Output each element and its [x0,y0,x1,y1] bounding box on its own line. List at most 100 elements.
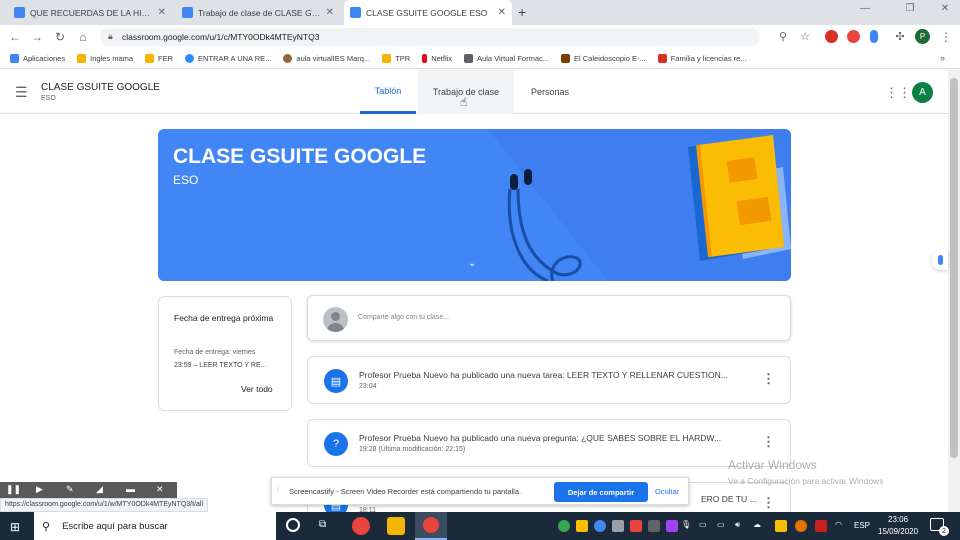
tray-app-icon[interactable] [775,520,787,532]
post-text: Profesor Prueba Nuevo ha publicado una n… [359,433,722,443]
wifi-tray-icon[interactable]: ◠ [835,520,842,529]
share-box[interactable]: Comparte algo con tu clase... [307,295,791,341]
class-name[interactable]: CLASE GSUITE GOOGLE [41,82,160,93]
task-view-icon[interactable]: ⧉ [319,519,326,530]
tab-title: CLASE GSUITE GOOGLE ESO [366,7,488,18]
bookmark-item[interactable]: aula virtualIES Marq... [283,54,370,63]
reload-icon[interactable]: ↻ [52,29,68,45]
activate-windows-title: Activar Windows [728,458,817,472]
stream-post[interactable]: ? Profesor Prueba Nuevo ha publicado una… [307,419,791,467]
tray-app-icon[interactable] [594,520,606,532]
minimize-icon[interactable]: — [855,3,875,14]
stream-post[interactable]: ▤ Profesor Prueba Nuevo ha publicado una… [307,356,791,404]
window-close-icon[interactable]: ✕ [935,3,955,14]
browser-tab-active[interactable]: CLASE GSUITE GOOGLE ESO ✕ [344,0,512,25]
adblock-icon[interactable] [847,30,860,43]
video-tray-icon[interactable]: ▭ [699,520,707,529]
account-avatar[interactable]: A [912,82,933,103]
upcoming-item[interactable]: 23:59 – LEER TEXTO Y RE... [174,362,266,369]
back-icon[interactable]: ← [7,29,23,45]
screen-share-bar: ⁞ Screencastify - Screen Video Recorder … [271,477,689,505]
upcoming-due: Fecha de entrega: viernes [174,349,256,356]
bookmark-item[interactable]: Ingles mama [77,54,133,63]
profile-avatar[interactable]: P [915,29,930,44]
expand-chevron-icon[interactable]: ⌄ [468,258,476,269]
tray-app-icon[interactable] [612,520,624,532]
eraser-tool-icon[interactable]: ◢ [96,484,103,495]
more-bookmarks-icon[interactable]: » [940,53,945,63]
url-text: classroom.google.com/u/1/c/MTY0ODk4MTEyN… [122,32,320,42]
clock-time[interactable]: 23:06 [888,515,908,524]
hamburger-menu-icon[interactable]: ☰ [15,84,28,101]
website-icon [561,54,571,63]
bookmark-item[interactable]: FER [145,54,173,63]
tray-app-icon[interactable] [630,520,642,532]
restore-icon[interactable]: ❐ [900,3,920,14]
taskbar-search-box[interactable]: ⚲ Escribe aquí para buscar [34,512,276,540]
tray-app-icon[interactable] [666,520,678,532]
class-banner[interactable]: CLASE GSUITE GOOGLE ESO ⌄ [158,129,791,281]
search-icon: ⚲ [42,520,51,533]
bookmark-item[interactable]: Netflix [422,54,452,63]
browser-tab[interactable]: QUE RECUERDAS DE LA HISTORIA ✕ [8,0,172,25]
tray-app-icon[interactable] [648,520,660,532]
taskbar-search-placeholder: Escribe aquí para buscar [62,520,168,532]
tray-app-icon[interactable] [558,520,570,532]
bookmark-item[interactable]: Aplicaciones [10,54,65,63]
close-icon[interactable]: ✕ [158,7,166,18]
file-explorer-icon[interactable] [387,517,405,535]
close-toolbar-icon[interactable]: ✕ [156,484,164,495]
hide-button[interactable]: Ocultar [655,487,679,496]
view-all-link[interactable]: Ver todo [241,384,273,394]
tab-people[interactable]: Personas [520,70,580,114]
extension-opera-icon[interactable] [825,30,838,43]
pen-tool-icon[interactable]: ✎ [66,484,74,495]
tray-app-icon[interactable] [795,520,807,532]
question-icon: ? [324,432,348,456]
page-scrollbar[interactable] [948,70,960,512]
more-options-icon[interactable]: ⋮ [762,371,775,387]
close-icon[interactable]: ✕ [326,7,334,18]
stop-sharing-button[interactable]: Dejar de compartir [554,482,648,502]
tray-app-icon[interactable] [576,520,588,532]
onedrive-tray-icon[interactable]: ☁︎ [753,520,761,529]
scrollbar-thumb[interactable] [950,78,958,458]
more-options-icon[interactable]: ⋮ [762,434,775,450]
cortana-icon[interactable] [286,518,300,532]
bookmark-item[interactable]: ENTRAR A UNA RE... [185,54,271,63]
zoom-icon[interactable]: ⚲ [775,29,791,45]
bookmark-item[interactable]: TPR [382,54,410,63]
speaker-tray-icon[interactable]: 🔊︎ [735,520,740,530]
browser-tab[interactable]: Trabajo de clase de CLASE GSUITE ✕ [176,0,340,25]
bookmark-item[interactable]: El Caleidoscopio E-... [561,54,646,63]
address-bar[interactable]: 🔒︎ classroom.google.com/u/1/c/MTY0ODk4MT… [100,28,760,46]
language-indicator[interactable]: ESP [854,521,870,530]
camera-tool-icon[interactable]: ▬ [126,484,135,494]
share-input-placeholder[interactable]: Comparte algo con tu clase... [358,314,449,321]
windows-start-icon[interactable]: ⊞ [10,520,20,534]
clock-date[interactable]: 15/09/2020 [878,527,918,536]
cursor-tool-icon[interactable]: ▶ [36,484,43,495]
extensions-icon[interactable]: ✣ [892,29,908,45]
taskbar-chrome-active[interactable] [415,512,447,540]
status-bubble: https://classroom.google.com/u/1/w/MTY0O… [0,498,209,512]
bookmark-item[interactable]: Familia y licencias re... [657,54,747,63]
close-icon[interactable]: ✕ [498,7,506,18]
mic-tray-icon[interactable]: 🎙︎ [681,520,691,529]
menu-dots-icon[interactable]: ⋮ [938,29,954,45]
chrome-icon[interactable] [352,517,370,535]
google-apps-icon[interactable]: ⋮⋮ [885,85,911,101]
bookmark-item[interactable]: Aula Virtual Formac... [464,54,549,63]
star-icon[interactable]: ☆ [797,29,813,45]
side-mic-button[interactable] [932,250,948,270]
mic-extension-icon[interactable] [870,30,878,43]
home-icon[interactable]: ⌂ [75,29,91,45]
drag-handle-icon[interactable]: ⁞ [277,487,279,494]
new-tab-button[interactable]: + [518,4,526,20]
network-tray-icon[interactable]: ▭ [717,520,725,529]
forward-icon[interactable]: → [29,29,45,45]
more-options-icon[interactable]: ⋮ [762,495,775,511]
tray-app-icon[interactable] [815,520,827,532]
pause-icon[interactable]: ❚❚ [6,484,21,495]
tab-stream[interactable]: Tablón [360,70,416,114]
